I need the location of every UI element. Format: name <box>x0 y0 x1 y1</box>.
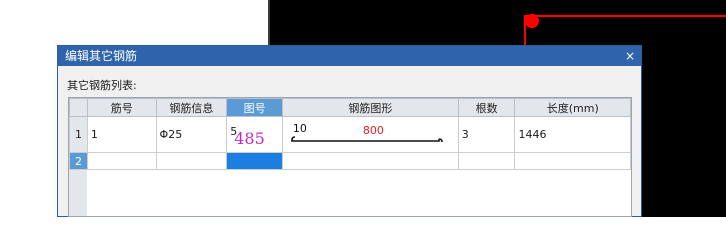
bar-shape-icon <box>291 136 443 143</box>
row-number[interactable]: 2 <box>69 152 88 170</box>
table-row[interactable]: 2 <box>69 152 631 170</box>
dialog-title: 编辑其它钢筋 <box>65 49 138 63</box>
cell-figure-number-selected[interactable] <box>226 152 283 170</box>
header-bar-info[interactable]: 钢筋信息 <box>155 98 228 117</box>
cell-bar-shape[interactable]: 10 800 <box>281 116 459 153</box>
rebar-grid: 筋号 钢筋信息 图号 钢筋图形 根数 长度(mm) 1 1 Φ25 5 485 <box>68 97 632 217</box>
section-label: 其它钢筋列表: <box>67 79 137 92</box>
header-figure-number[interactable]: 图号 <box>226 98 283 117</box>
close-icon[interactable]: × <box>625 46 635 66</box>
cell-count[interactable] <box>457 152 516 170</box>
cell-length[interactable]: 1446 <box>514 116 631 153</box>
header-count[interactable]: 根数 <box>457 98 516 117</box>
cad-red-grip-point[interactable] <box>525 14 539 28</box>
cad-red-line-horizontal <box>525 15 726 17</box>
header-bar-number[interactable]: 筋号 <box>86 98 157 117</box>
table-row[interactable]: 1 1 Φ25 5 485 10 800 3 1446 <box>69 116 631 153</box>
cell-bar-info[interactable]: Φ25 <box>155 116 228 153</box>
cell-bar-info[interactable] <box>155 152 228 170</box>
cell-count[interactable]: 3 <box>457 116 516 153</box>
bar-shape-drawing: 10 800 <box>283 117 458 152</box>
cell-bar-number[interactable] <box>86 152 157 170</box>
figure-number-large: 485 <box>234 129 265 148</box>
cell-bar-number[interactable]: 1 <box>86 116 157 153</box>
row-number[interactable]: 1 <box>69 116 88 153</box>
edit-other-rebar-dialog: 编辑其它钢筋 × 其它钢筋列表: 筋号 钢筋信息 图号 钢筋图形 根数 长度(m… <box>57 45 642 217</box>
header-corner <box>69 98 88 117</box>
header-bar-shape[interactable]: 钢筋图形 <box>281 98 459 117</box>
cell-length[interactable] <box>514 152 631 170</box>
cell-figure-number[interactable]: 5 485 <box>226 116 283 153</box>
header-length[interactable]: 长度(mm) <box>514 98 631 117</box>
dialog-titlebar[interactable]: 编辑其它钢筋 × <box>58 46 641 66</box>
cell-bar-shape[interactable] <box>281 152 459 170</box>
rebar-table: 筋号 钢筋信息 图号 钢筋图形 根数 长度(mm) 1 1 Φ25 5 485 <box>69 98 631 170</box>
